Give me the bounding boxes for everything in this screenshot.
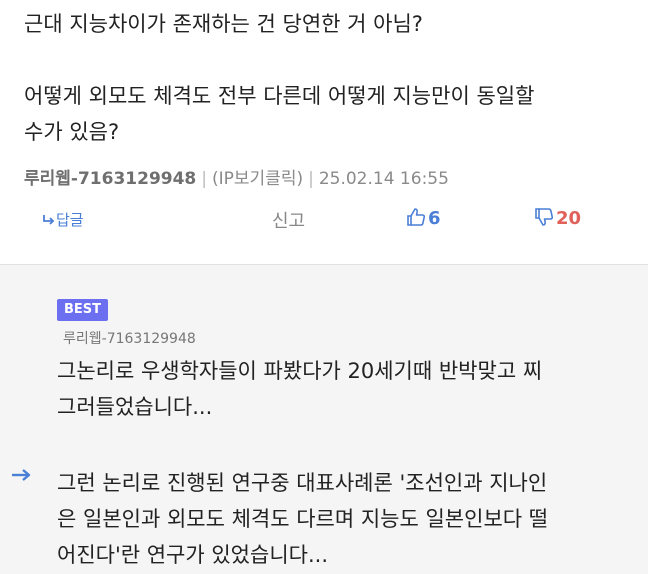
reply-line: 어진다'란 연구가 있었습니다... xyxy=(57,543,328,567)
comment-body: 근대 지능차이가 존재하는 건 당연한 거 아님? 어떻게 외모도 체격도 전부… xyxy=(24,6,624,150)
comment-line: 수가 있음? xyxy=(24,120,120,144)
comment-post: 근대 지능차이가 존재하는 건 당연한 거 아님? 어떻게 외모도 체격도 전부… xyxy=(0,0,648,264)
reply-line: 그런 논리로 진행된 연구중 대표사례론 '조선인과 지나인 xyxy=(57,471,548,495)
reply-line: 그러들었습니다... xyxy=(57,395,213,419)
reply-line: 그논리로 우생학자들이 파봤다가 20세기때 반박맞고 찌 xyxy=(57,359,543,383)
reply-button[interactable]: 답글 xyxy=(42,209,84,230)
comment-meta: 루리웹-7163129948 | (IP보기클릭) | 25.02.14 16:55 xyxy=(24,164,449,189)
downvote-count: 20 xyxy=(556,208,582,229)
reply-line: 은 일본인과 외모도 체격도 다르며 지능도 일본인보다 떨 xyxy=(57,507,549,531)
comment-line: 근대 지능차이가 존재하는 건 당연한 거 아님? xyxy=(24,12,423,36)
meta-separator: | xyxy=(308,169,314,189)
nested-reply-body: 그런 논리로 진행된 연구중 대표사례론 '조선인과 지나인 은 일본인과 외모… xyxy=(57,465,637,573)
ip-view-link[interactable]: (IP보기클릭) xyxy=(212,169,303,189)
reply-author[interactable]: 루리웹-7163129948 xyxy=(63,328,196,348)
nested-reply-arrow-icon xyxy=(10,465,34,491)
report-button[interactable]: 신고 xyxy=(272,207,305,233)
best-reply: BEST 루리웹-7163129948 그논리로 우생학자들이 파봤다가 20세… xyxy=(0,265,648,574)
best-badge: BEST xyxy=(57,299,109,321)
meta-separator: | xyxy=(201,169,207,189)
reply-body: 그논리로 우생학자들이 파봤다가 20세기때 반박맞고 찌 그러들었습니다... xyxy=(57,353,627,425)
upvote-count: 6 xyxy=(428,208,441,229)
reply-label: 답글 xyxy=(56,211,84,229)
comment-line: 어떻게 외모도 체격도 전부 다른데 어떻게 지능만이 동일할 xyxy=(24,84,535,108)
upvote-button[interactable]: 6 xyxy=(406,207,441,229)
reply-arrow-icon xyxy=(43,215,55,225)
comment-actions: 답글 신고 6 20 xyxy=(0,205,648,237)
comment-author[interactable]: 루리웹-7163129948 xyxy=(24,169,196,189)
comment-timestamp: 25.02.14 16:55 xyxy=(318,169,449,189)
downvote-button[interactable]: 20 xyxy=(534,207,581,229)
thumbs-up-icon xyxy=(407,208,426,226)
thumbs-down-icon xyxy=(535,208,554,226)
